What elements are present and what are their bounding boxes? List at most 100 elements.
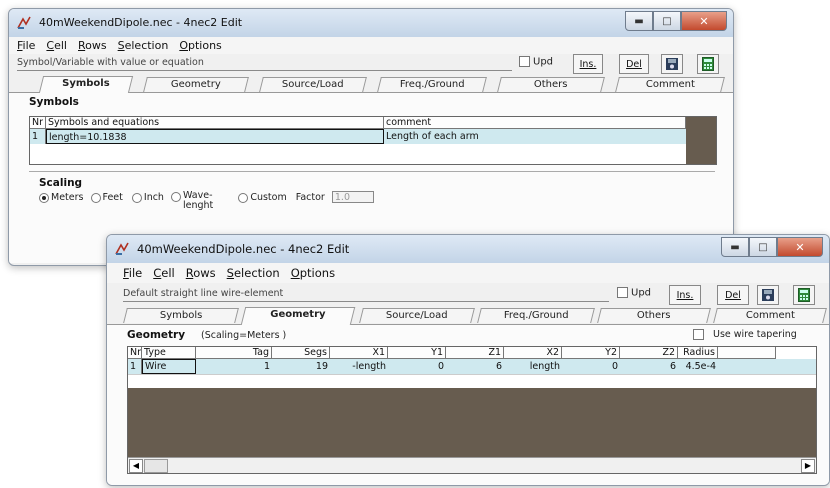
header-x1: X1 [330, 347, 388, 359]
section-title: Geometry [127, 329, 186, 341]
tab-comment[interactable]: Comment [713, 308, 827, 323]
header-symbols: Symbols and equations [46, 117, 384, 129]
tab-source-load[interactable]: Source/Load [359, 308, 475, 323]
menu-cell[interactable]: Cell [153, 266, 175, 280]
cell-x2[interactable]: length [504, 359, 562, 374]
upd-checkbox[interactable]: Upd [617, 287, 651, 299]
cell-y2[interactable]: 0 [562, 359, 620, 374]
window-title: 40mWeekendDipole.nec - 4nec2 Edit [39, 16, 243, 29]
factor-input[interactable]: 1.0 [331, 191, 374, 203]
tab-freq-ground[interactable]: Freq./Ground [377, 77, 487, 92]
window-title: 40mWeekendDipole.nec - 4nec2 Edit [137, 242, 350, 256]
factor-label: Factor [295, 192, 325, 203]
menu-rows[interactable]: Rows [186, 266, 216, 280]
tab-strip: Symbols Geometry Source/Load Freq./Groun… [9, 76, 733, 93]
header-y1: Y1 [388, 347, 446, 359]
radio-feet[interactable]: Feet [90, 192, 123, 203]
horizontal-scrollbar[interactable]: ◀ ▶ [128, 457, 816, 473]
radio-inch[interactable]: Inch [131, 192, 164, 203]
header-nr: Nr [30, 117, 46, 129]
scroll-right-icon[interactable]: ▶ [801, 459, 815, 473]
menu-bar: File Cell Rows Selection Options [107, 263, 829, 283]
header-type: Type [142, 347, 196, 359]
delete-button[interactable]: Del [619, 54, 649, 74]
cell-type[interactable]: Wire [142, 359, 196, 374]
cell-z2[interactable]: 6 [620, 359, 678, 374]
header-z1: Z1 [446, 347, 504, 359]
tab-geometry[interactable]: Geometry [240, 307, 356, 325]
minimize-button[interactable]: ▬ [721, 237, 749, 257]
tab-freq-ground[interactable]: Freq./Ground [477, 308, 595, 323]
header-comment: comment [384, 117, 686, 129]
table-row[interactable]: 1 Wire 1 19 -length 0 6 length 0 6 4.5e-… [128, 359, 816, 374]
tab-others[interactable]: Others [597, 308, 711, 323]
upd-label: Upd [533, 56, 554, 68]
menu-bar: File Cell Rows Selection Options [9, 37, 733, 54]
cell-y1[interactable]: 0 [388, 359, 446, 374]
cell-radius[interactable]: 4.5e-4 [678, 359, 718, 374]
hint-text: Default straight line wire-element [123, 288, 284, 299]
radio-wavelength[interactable]: Wave- lenght [171, 191, 213, 211]
hint-underline [123, 301, 609, 302]
radio-custom[interactable]: Custom [238, 192, 287, 203]
calculator-icon[interactable] [697, 54, 719, 74]
tab-symbols[interactable]: Symbols [38, 76, 134, 93]
tab-comment[interactable]: Comment [615, 77, 725, 92]
cell-segs[interactable]: 19 [272, 359, 330, 374]
menu-selection[interactable]: Selection [227, 266, 280, 280]
window-geometry: 40mWeekendDipole.nec - 4nec2 Edit ▬ □ ✕ … [106, 234, 830, 486]
close-button[interactable]: ✕ [681, 11, 727, 31]
app-icon [17, 16, 31, 29]
upd-checkbox[interactable]: Upd [519, 56, 553, 68]
menu-rows[interactable]: Rows [78, 39, 107, 52]
comment-cell[interactable]: Length of each arm [384, 129, 686, 144]
title-bar[interactable]: 40mWeekendDipole.nec - 4nec2 Edit ▬ □ ✕ [107, 235, 829, 263]
scaling-note: (Scaling=Meters ) [201, 330, 287, 341]
window-symbols: 40mWeekendDipole.nec - 4nec2 Edit ▬ □ ✕ … [8, 8, 734, 266]
wire-tapering-label: Use wire tapering [713, 329, 797, 340]
header-segs: Segs [272, 347, 330, 359]
menu-options[interactable]: Options [179, 39, 221, 52]
tab-source-load[interactable]: Source/Load [259, 77, 367, 92]
scaling-label: Scaling [39, 177, 83, 189]
cell-x1[interactable]: -length [330, 359, 388, 374]
minimize-button[interactable]: ▬ [625, 11, 653, 31]
maximize-button[interactable]: □ [653, 11, 681, 31]
insert-button[interactable]: Ins. [669, 285, 701, 305]
header-extra [718, 347, 776, 359]
upd-label: Upd [631, 287, 652, 299]
tab-strip: Symbols Geometry Source/Load Freq./Groun… [107, 307, 829, 325]
cell-nr: 1 [128, 359, 142, 374]
delete-button[interactable]: Del [717, 285, 749, 305]
header-row: Nr Type Tag Segs X1 Y1 Z1 X2 Y2 Z2 Radiu… [128, 347, 816, 359]
maximize-button[interactable]: □ [749, 237, 777, 257]
menu-file[interactable]: File [17, 39, 35, 52]
symbol-cell[interactable]: length=10.1838 [46, 129, 384, 144]
close-button[interactable]: ✕ [777, 237, 823, 257]
menu-file[interactable]: File [123, 266, 142, 280]
title-bar[interactable]: 40mWeekendDipole.nec - 4nec2 Edit ▬ □ ✕ [9, 9, 733, 37]
app-icon [115, 242, 129, 255]
scroll-thumb[interactable] [144, 459, 168, 473]
tab-others[interactable]: Others [497, 77, 605, 92]
save-icon[interactable] [757, 285, 779, 305]
cell-z1[interactable]: 6 [446, 359, 504, 374]
save-icon[interactable] [661, 54, 683, 74]
header-y2: Y2 [562, 347, 620, 359]
scroll-left-icon[interactable]: ◀ [129, 459, 143, 473]
grid-empty-area [686, 117, 716, 164]
menu-cell[interactable]: Cell [46, 39, 67, 52]
menu-selection[interactable]: Selection [118, 39, 169, 52]
scaling-options: Meters Feet Inch Wave- lenght Custom Fac… [39, 191, 374, 211]
tab-geometry[interactable]: Geometry [143, 77, 249, 92]
tab-symbols[interactable]: Symbols [123, 308, 239, 323]
insert-button[interactable]: Ins. [573, 54, 603, 74]
menu-options[interactable]: Options [291, 266, 335, 280]
geometry-table: Nr Type Tag Segs X1 Y1 Z1 X2 Y2 Z2 Radiu… [127, 346, 817, 474]
separator [29, 171, 715, 172]
wire-tapering-checkbox[interactable]: Use wire tapering [693, 329, 797, 340]
calculator-icon[interactable] [793, 285, 815, 305]
radio-meters[interactable]: Meters [39, 192, 83, 203]
cell-tag[interactable]: 1 [196, 359, 272, 374]
header-z2: Z2 [620, 347, 678, 359]
